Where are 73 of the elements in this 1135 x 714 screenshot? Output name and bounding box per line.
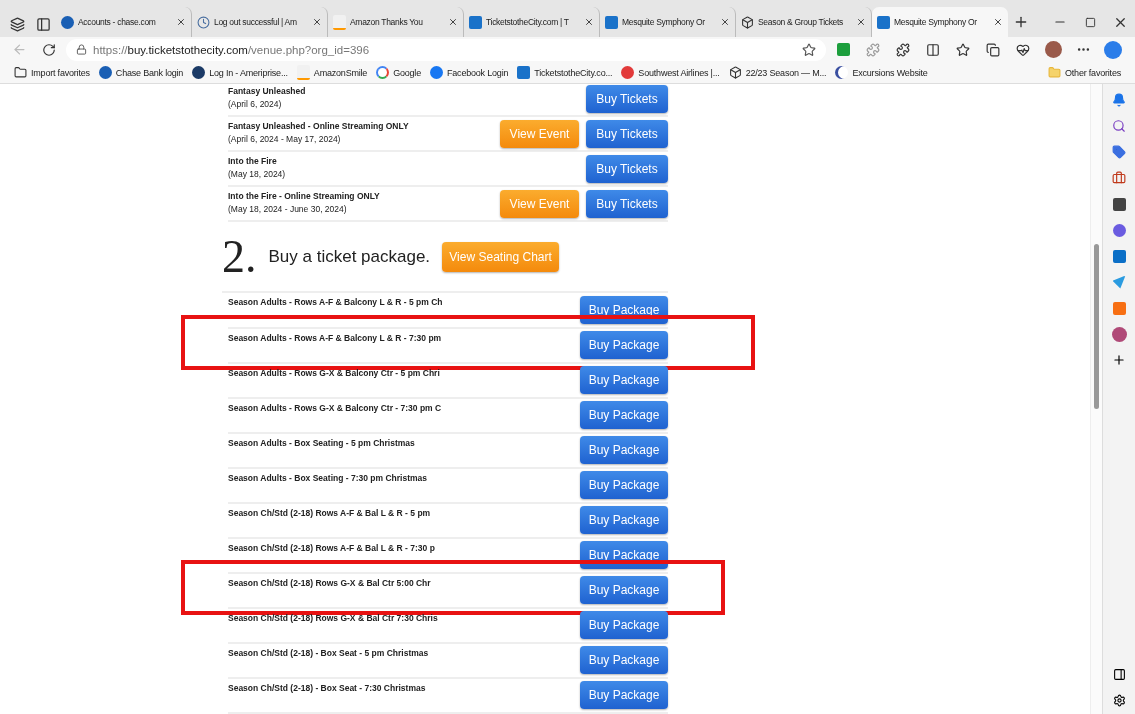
buy-package-button[interactable]: Buy Package <box>580 400 668 429</box>
bookmark-link[interactable]: AmazonSmile <box>296 65 368 80</box>
tab-title: Mesquite Symphony Or <box>622 17 706 27</box>
event-date: (April 6, 2024) <box>228 99 283 109</box>
lock-icon <box>76 44 87 55</box>
buy-tickets-button[interactable]: Buy Tickets <box>586 189 668 218</box>
buy-package-button[interactable]: Buy Package <box>580 330 668 359</box>
bookmark-link[interactable]: Google <box>376 66 421 79</box>
tab-title: Season & Group Tickets <box>758 17 845 27</box>
package-title: Season Ch/Std (2-18) Rows G-X & Bal Ctr 5:00 Chr <box>228 577 432 588</box>
bookmark-link[interactable]: Southwest Airlines |... <box>621 66 720 79</box>
cube-icon <box>728 66 742 79</box>
tab-title: Accounts - chase.com <box>78 17 157 27</box>
event-date: (May 18, 2024) <box>228 169 287 180</box>
bookmark-link[interactable]: TicketstotheCity.co... <box>517 66 613 79</box>
favorite-star-icon[interactable] <box>802 42 816 57</box>
tab-title: TicketstotheCity.com | T <box>486 17 570 27</box>
browser-tab[interactable]: Mesquite Symphony Or <box>872 7 1008 37</box>
folder-icon <box>1047 66 1061 79</box>
event-date: (May 18, 2024 - June 30, 2024) <box>228 204 348 215</box>
buy-package-button[interactable]: Buy Package <box>580 575 668 604</box>
buy-package-button[interactable]: Buy Package <box>580 646 668 674</box>
event-title: Into the Fire <box>228 156 278 167</box>
buy-package-button[interactable]: Buy Package <box>580 505 668 534</box>
package-title: Season Adults - Box Seating - 5 pm Christmas <box>228 437 416 448</box>
close-icon[interactable] <box>312 17 322 27</box>
tab-title: Mesquite Symphony Or <box>894 17 978 27</box>
buy-package-button[interactable]: Buy Package <box>580 610 668 639</box>
bookmark-link[interactable]: Chase Bank login <box>98 66 184 79</box>
event-title: Into the Fire - Online Streaming ONLY <box>228 191 381 202</box>
package-title: Season Ch/Std (2-18) - Box Seat - 5 pm Christmas <box>228 647 430 658</box>
address-bar[interactable]: https://buy.ticketstothecity.com/venue.php?org_id=396 <box>66 38 826 61</box>
clock-icon <box>197 15 210 29</box>
bookmark-link[interactable]: Import favorites <box>14 66 90 79</box>
close-icon[interactable] <box>720 17 730 27</box>
section-heading: Buy a ticket package. <box>268 246 431 267</box>
package-title: Season Adults - Rows G-X & Balcony Ctr - 5 pm Chri <box>228 367 441 378</box>
event-title: Fantasy Unleashed <box>228 86 307 96</box>
close-icon[interactable] <box>856 17 866 27</box>
url-text: https://buy.ticketstothecity.com/venue.php?org_id=396 <box>93 43 371 56</box>
event-date: (April 6, 2024 - May 17, 2024) <box>228 134 342 144</box>
import-icon <box>14 66 27 79</box>
package-title: Season Adults - Rows A-F & Balcony L & R - 7:30 pm <box>228 332 443 343</box>
close-icon[interactable] <box>584 17 594 27</box>
tab-title: Log out successful | Am <box>214 17 298 27</box>
close-icon[interactable] <box>993 17 1003 27</box>
bookmark-link[interactable]: 22/23 Season — M... <box>728 66 827 79</box>
scrollbar[interactable] <box>1090 84 1102 714</box>
bookmark-link[interactable]: Excursions Website <box>835 66 928 79</box>
tab-title: Amazon Thanks You <box>350 17 424 27</box>
step-number: 2. <box>222 230 257 284</box>
package-title: Season Ch/Std (2-18) - Box Seat - 7:30 Christmas <box>228 683 427 693</box>
close-icon[interactable] <box>448 17 458 27</box>
package-title: Season Adults - Rows G-X & Balcony Ctr - 7:30 pm C <box>228 402 443 413</box>
crescent-icon <box>835 66 849 79</box>
bookmark-link[interactable]: Log In - Ameriprise... <box>192 66 288 79</box>
buy-package-button[interactable]: Buy Package <box>580 435 668 464</box>
package-title: Season Ch/Std (2-18) Rows A-F & Bal L & R - 7:30 p <box>228 542 436 553</box>
buy-tickets-button[interactable]: Buy Tickets <box>586 119 668 148</box>
close-icon[interactable] <box>176 17 186 27</box>
package-title: Season Adults - Rows A-F & Balcony L & R - 5 pm Ch <box>228 297 444 308</box>
package-title: Season Ch/Std (2-18) Rows G-X & Bal Ctr 7:30 Chris <box>228 612 439 623</box>
buy-package-button[interactable]: Buy Package <box>580 470 668 499</box>
bookmark-folder[interactable]: Other favorites <box>1047 66 1121 79</box>
cube-icon <box>741 15 754 29</box>
buy-tickets-button[interactable]: Buy Tickets <box>586 154 668 183</box>
package-title: Season Ch/Std (2-18) Rows A-F & Bal L & R - 5 pm <box>228 507 432 518</box>
buy-package-button[interactable]: Buy Package <box>580 365 668 394</box>
bookmark-link[interactable]: Facebook Login <box>430 66 509 79</box>
buy-tickets-button[interactable]: Buy Tickets <box>586 84 668 113</box>
buy-package-button[interactable]: Buy Package <box>580 681 668 710</box>
package-title: Season Adults - Box Seating - 7:30 pm Christmas <box>228 472 428 483</box>
event-title: Fantasy Unleashed - Online Streaming ONLY <box>228 121 410 131</box>
